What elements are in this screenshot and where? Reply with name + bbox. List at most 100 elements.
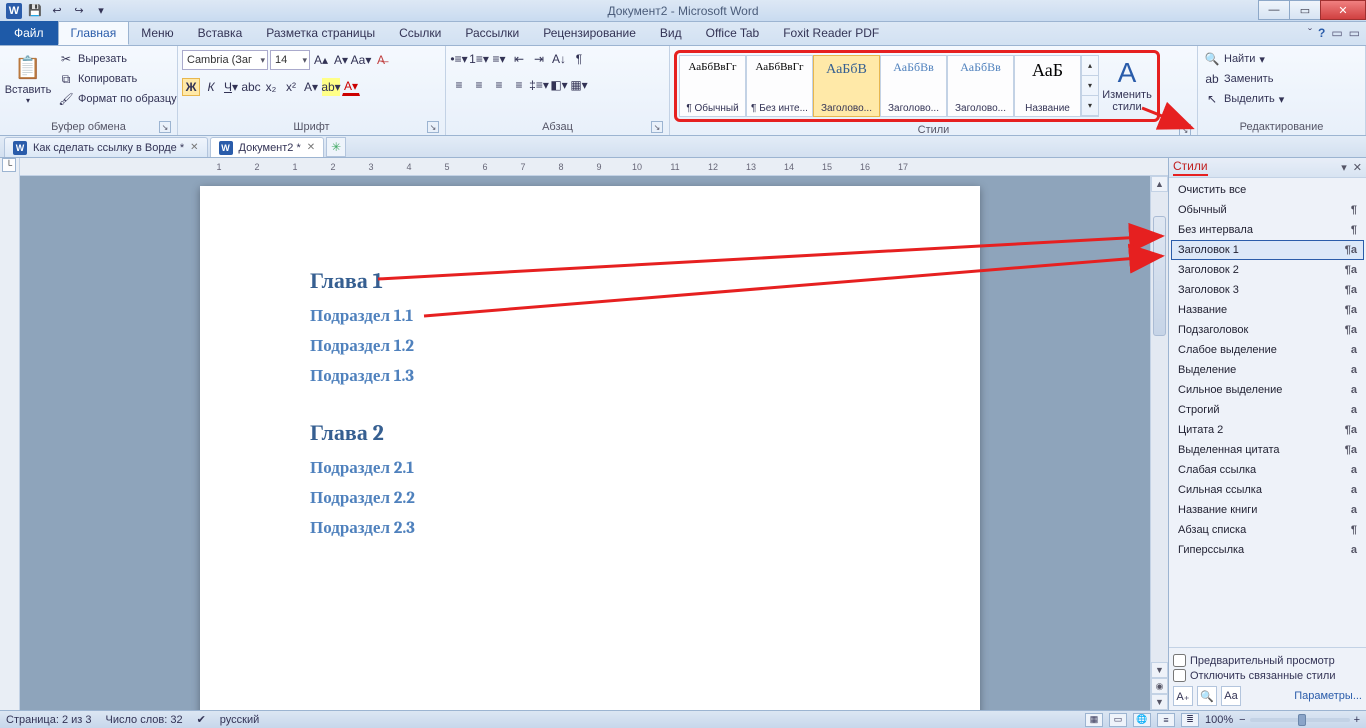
style-pane-item[interactable]: Строгийa <box>1171 400 1364 420</box>
document-tab[interactable]: WКак сделать ссылку в Ворде *✕ <box>4 137 208 157</box>
qat-undo-icon[interactable]: ↩ <box>48 2 66 20</box>
disable-linked-checkbox-input[interactable] <box>1173 669 1186 682</box>
preview-checkbox-input[interactable] <box>1173 654 1186 667</box>
tab-selector[interactable]: └ <box>2 158 16 172</box>
align-right-button[interactable]: ≡ <box>490 76 508 94</box>
document-tab[interactable]: WДокумент2 *✕ <box>210 137 325 157</box>
scroll-down-icon[interactable]: ▼ <box>1151 662 1168 678</box>
superscript-button[interactable]: x² <box>282 78 300 96</box>
close-button[interactable]: ✕ <box>1320 0 1366 20</box>
scroll-thumb[interactable] <box>1153 216 1166 336</box>
file-tab[interactable]: Файл <box>0 21 58 45</box>
clear-formatting-button[interactable]: A̶ <box>372 51 390 69</box>
underline-button[interactable]: Ч▾ <box>222 78 240 96</box>
view-draft[interactable]: ≣ <box>1181 713 1199 727</box>
show-marks-button[interactable]: ¶ <box>570 50 588 68</box>
maximize-button[interactable]: ▭ <box>1289 0 1321 20</box>
change-case-button[interactable]: Aa▾ <box>352 51 370 69</box>
style-pane-item[interactable]: Обычный¶ <box>1171 200 1364 220</box>
line-spacing-button[interactable]: ‡≡▾ <box>530 76 548 94</box>
decrease-indent-button[interactable]: ⇤ <box>510 50 528 68</box>
style-pane-item[interactable]: Сильное выделениеa <box>1171 380 1364 400</box>
text-effects-button[interactable]: A▾ <box>302 78 320 96</box>
minimize-button[interactable]: — <box>1258 0 1290 20</box>
view-outline[interactable]: ≡ <box>1157 713 1175 727</box>
tab-foxit-reader-pdf[interactable]: Foxit Reader PDF <box>771 21 891 45</box>
next-page-icon[interactable]: ▼ <box>1151 694 1168 710</box>
doc-heading-1[interactable]: Глава 1 <box>310 268 870 294</box>
paragraph-dialog-launcher[interactable]: ↘ <box>651 121 663 133</box>
help-icon[interactable]: ? <box>1318 26 1325 40</box>
style-pane-item[interactable]: Сильная ссылкаa <box>1171 480 1364 500</box>
style-gallery-item[interactable]: АаБбВвЗаголово... <box>947 55 1014 117</box>
status-words[interactable]: Число слов: 32 <box>106 714 183 726</box>
vertical-scrollbar[interactable]: ▲ ▼ ◉ ▼ <box>1150 176 1168 710</box>
style-pane-item[interactable]: Заголовок 1¶a <box>1171 240 1364 260</box>
doc-heading-1[interactable]: Глава 2 <box>310 420 870 446</box>
justify-button[interactable]: ≡ <box>510 76 528 94</box>
style-gallery-item[interactable]: АаБбВЗаголово... <box>813 55 880 117</box>
doc-heading-2[interactable]: Подраздел 2.3 <box>310 518 870 538</box>
status-proofing-icon[interactable]: ✔ <box>197 713 206 726</box>
document-page[interactable]: Глава 1Подраздел 1.1Подраздел 1.2Подразд… <box>200 186 980 710</box>
tab-меню[interactable]: Меню <box>129 21 185 45</box>
close-tab-icon[interactable]: ✕ <box>307 142 315 153</box>
zoom-level[interactable]: 100% <box>1205 714 1233 726</box>
prev-page-icon[interactable]: ◉ <box>1151 678 1168 694</box>
styles-pane-list[interactable]: Очистить всеОбычный¶Без интервала¶Заголо… <box>1169 178 1366 647</box>
format-painter-button[interactable]: 🖌Формат по образцу <box>56 90 179 108</box>
tab-рецензирование[interactable]: Рецензирование <box>531 21 648 45</box>
style-gallery-item[interactable]: АаБбВвЗаголово... <box>880 55 947 117</box>
font-dialog-launcher[interactable]: ↘ <box>427 121 439 133</box>
style-gallery-item[interactable]: АаБбВвГг¶ Обычный <box>679 55 746 117</box>
view-fullscreen[interactable]: ▭ <box>1109 713 1127 727</box>
tab-разметка-страницы[interactable]: Разметка страницы <box>254 21 387 45</box>
style-gallery-item[interactable]: АаБбВвГг¶ Без инте... <box>746 55 813 117</box>
align-left-button[interactable]: ≡ <box>450 76 468 94</box>
style-pane-item[interactable]: Гиперссылкаa <box>1171 540 1364 560</box>
font-color-button[interactable]: A▾ <box>342 78 360 96</box>
sort-button[interactable]: A↓ <box>550 50 568 68</box>
font-name-combo[interactable]: Cambria (Заг <box>182 50 268 70</box>
style-pane-item[interactable]: Абзац списка¶ <box>1171 520 1364 540</box>
ribbon-minimize-icon[interactable]: ˇ <box>1308 26 1312 40</box>
style-pane-item[interactable]: Подзаголовок¶a <box>1171 320 1364 340</box>
preview-checkbox[interactable]: Предварительный просмотр <box>1173 654 1362 667</box>
style-pane-item[interactable]: Название книгиa <box>1171 500 1364 520</box>
qat-save-icon[interactable]: 💾 <box>26 2 44 20</box>
styles-options-link[interactable]: Параметры... <box>1294 690 1362 702</box>
view-print-layout[interactable]: ▦ <box>1085 713 1103 727</box>
styles-gallery[interactable]: АаБбВвГг¶ ОбычныйАаБбВвГг¶ Без инте...Аа… <box>679 55 1081 117</box>
tab-вид[interactable]: Вид <box>648 21 694 45</box>
subscript-button[interactable]: x₂ <box>262 78 280 96</box>
ribbon-opt1-icon[interactable]: ▭ <box>1331 26 1342 40</box>
pane-menu-icon[interactable]: ▾ <box>1341 161 1347 174</box>
qat-redo-icon[interactable]: ↪ <box>70 2 88 20</box>
shrink-font-button[interactable]: A▾ <box>332 51 350 69</box>
align-center-button[interactable]: ≡ <box>470 76 488 94</box>
strike-button[interactable]: abc <box>242 78 260 96</box>
change-styles-button[interactable]: A Изменить стили <box>1099 55 1155 117</box>
tab-office-tab[interactable]: Office Tab <box>694 21 772 45</box>
style-pane-item[interactable]: Выделениеa <box>1171 360 1364 380</box>
new-style-button[interactable]: A₊ <box>1173 686 1193 706</box>
style-pane-item[interactable]: Очистить все <box>1171 180 1364 200</box>
view-web[interactable]: 🌐 <box>1133 713 1151 727</box>
styles-gallery-more[interactable]: ▴▾▾ <box>1081 55 1099 117</box>
style-pane-item[interactable]: Название¶a <box>1171 300 1364 320</box>
doc-heading-2[interactable]: Подраздел 2.2 <box>310 488 870 508</box>
status-language[interactable]: русский <box>220 714 259 726</box>
qat-customize-icon[interactable]: ▾ <box>92 2 110 20</box>
style-pane-item[interactable]: Слабое выделениеa <box>1171 340 1364 360</box>
style-pane-item[interactable]: Заголовок 3¶a <box>1171 280 1364 300</box>
status-page[interactable]: Страница: 2 из 3 <box>6 714 92 726</box>
pane-close-icon[interactable]: ✕ <box>1353 161 1362 174</box>
scroll-up-icon[interactable]: ▲ <box>1151 176 1168 192</box>
bullets-button[interactable]: •≡▾ <box>450 50 468 68</box>
font-size-combo[interactable]: 14 <box>270 50 310 70</box>
doc-heading-2[interactable]: Подраздел 1.1 <box>310 306 870 326</box>
grow-font-button[interactable]: A▴ <box>312 51 330 69</box>
find-button[interactable]: 🔍Найти ▾ <box>1202 50 1286 68</box>
tab-главная[interactable]: Главная <box>58 21 130 45</box>
borders-button[interactable]: ▦▾ <box>570 76 588 94</box>
